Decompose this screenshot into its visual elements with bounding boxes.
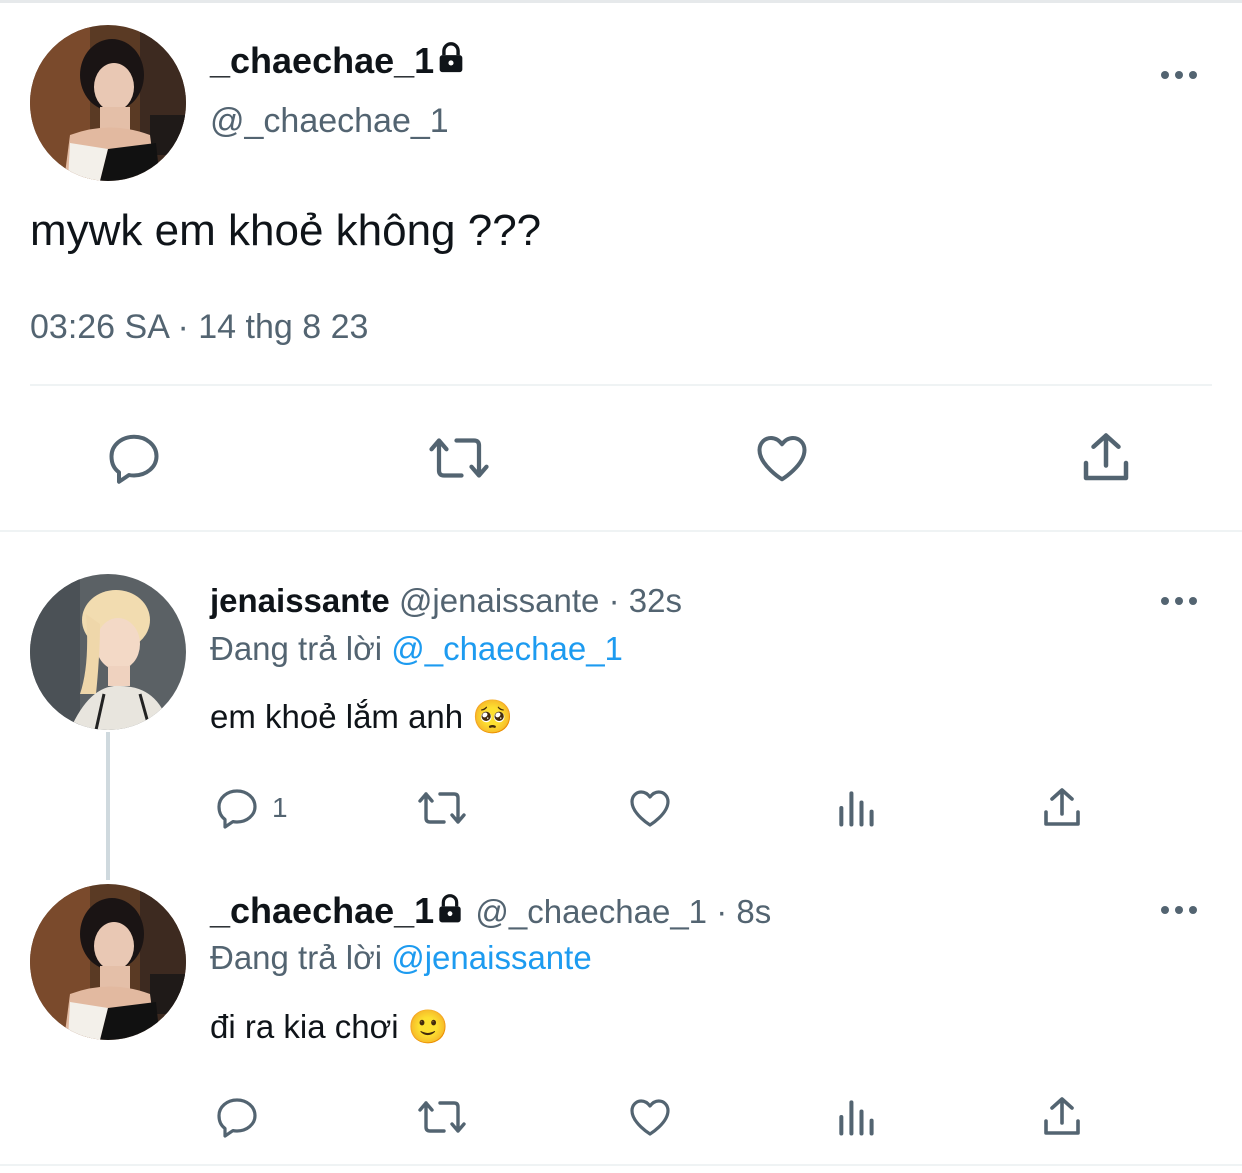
replying-to: Đang trả lời @jenaissante — [210, 939, 592, 977]
reply-count: 1 — [272, 792, 288, 823]
more-icon[interactable] — [1161, 906, 1197, 914]
avatar[interactable] — [30, 884, 186, 1040]
reply-text: đi ra kia chơi 🙂 — [210, 1008, 449, 1047]
reply-text-body: em khoẻ lắm anh — [210, 698, 464, 735]
tweet-date: 14 thg 8 23 — [198, 308, 369, 346]
meta-separator: · — [608, 582, 620, 619]
reply-icon[interactable] — [213, 784, 261, 832]
mention-link[interactable]: @jenaissante — [391, 939, 591, 976]
views-icon[interactable] — [834, 786, 878, 830]
lock-icon — [434, 42, 468, 84]
avatar[interactable] — [30, 574, 186, 730]
reply-icon[interactable] — [104, 428, 164, 488]
meta-separator: · — [177, 308, 189, 346]
display-name[interactable]: _chaechae_1 — [210, 40, 468, 84]
tweet-time: 03:26 SA — [30, 308, 169, 346]
like-icon[interactable] — [625, 784, 675, 832]
display-name[interactable]: _chaechae_1 — [210, 890, 434, 931]
mention-link[interactable]: @_chaechae_1 — [391, 630, 623, 667]
top-divider — [0, 0, 1242, 3]
reply-header: jenaissante @jenaissante · 32s — [210, 582, 682, 620]
handle[interactable]: @_chaechae_1 — [210, 102, 449, 141]
reply-text: em khoẻ lắm anh 🥺 — [210, 698, 513, 737]
thread-line — [106, 732, 110, 880]
more-icon[interactable] — [1161, 597, 1197, 605]
retweet-icon[interactable] — [414, 784, 470, 832]
reply-age[interactable]: 32s — [629, 582, 682, 619]
share-icon[interactable] — [1038, 784, 1086, 832]
share-icon[interactable] — [1076, 428, 1136, 488]
lock-icon — [434, 894, 466, 933]
meta-separator: · — [716, 893, 728, 930]
section-divider — [0, 530, 1242, 532]
replying-prefix: Đang trả lời — [210, 630, 383, 667]
reply-text-body: đi ra kia chơi — [210, 1008, 399, 1045]
bottom-divider — [0, 1164, 1242, 1166]
like-icon[interactable] — [752, 428, 812, 488]
like-icon[interactable] — [625, 1093, 675, 1141]
more-icon[interactable] — [1161, 71, 1197, 79]
tweet-text: mywk em khoẻ không ??? — [30, 206, 542, 255]
divider — [30, 384, 1212, 386]
slightly-smiling-face-emoji: 🙂 — [407, 1008, 449, 1045]
replying-to: Đang trả lời @_chaechae_1 — [210, 630, 623, 668]
retweet-icon[interactable] — [414, 1093, 470, 1141]
display-name[interactable]: jenaissante — [210, 582, 390, 619]
handle[interactable]: @jenaissante — [399, 582, 599, 619]
retweet-icon[interactable] — [426, 428, 492, 488]
replying-prefix: Đang trả lời — [210, 939, 383, 976]
handle[interactable]: @_chaechae_1 — [475, 893, 707, 930]
views-icon[interactable] — [834, 1095, 878, 1139]
avatar[interactable] — [30, 25, 186, 181]
reply-icon[interactable] — [213, 1093, 261, 1141]
reply-header: _chaechae_1 @_chaechae_1 · 8s — [210, 890, 771, 933]
share-icon[interactable] — [1038, 1093, 1086, 1141]
display-name-text: _chaechae_1 — [210, 40, 435, 81]
pleading-face-emoji: 🥺 — [472, 698, 514, 735]
tweet-timestamp[interactable]: 03:26 SA · 14 thg 8 23 — [30, 308, 368, 347]
reply-age[interactable]: 8s — [736, 893, 771, 930]
